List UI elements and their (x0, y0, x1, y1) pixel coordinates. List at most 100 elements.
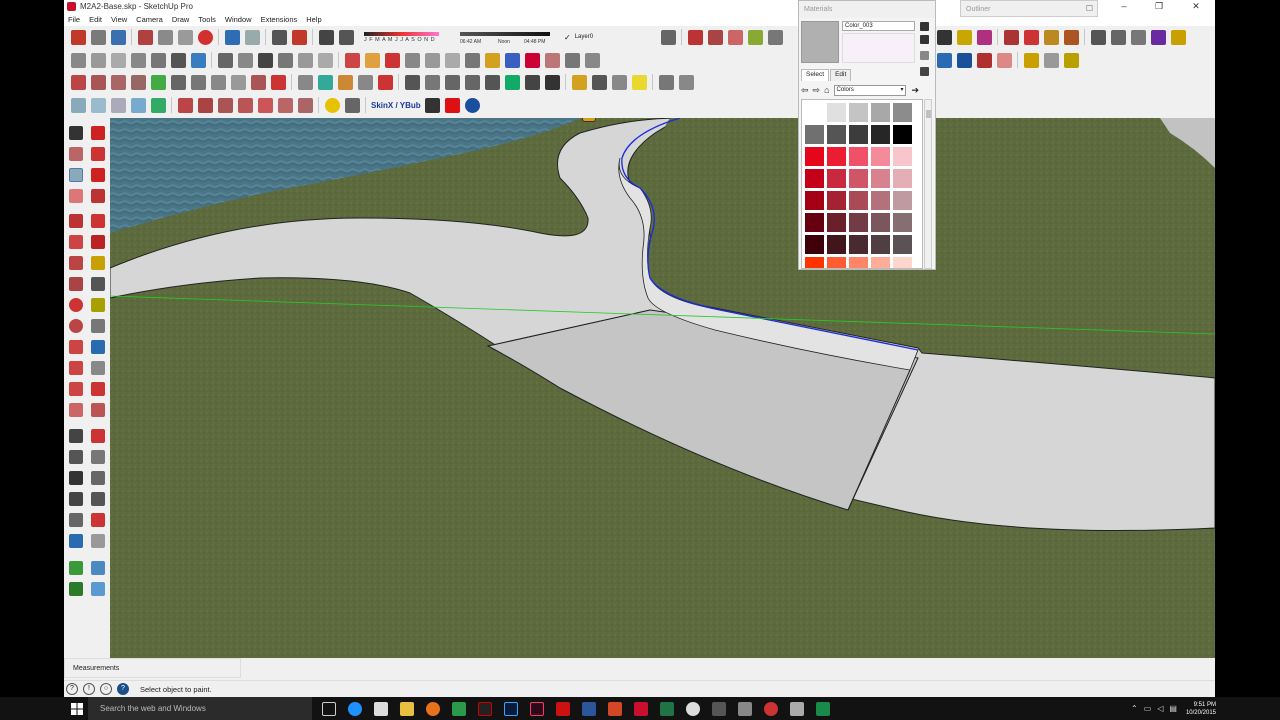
material-name-field[interactable]: Color_003 (842, 21, 915, 31)
credits-icon[interactable]: ! (83, 683, 95, 695)
arc-2pt-tool-icon[interactable] (69, 340, 83, 354)
scale-tool-left-icon[interactable] (91, 403, 105, 417)
intersect-icon[interactable] (464, 52, 480, 68)
color-swatch[interactable] (893, 169, 912, 188)
iso-view-icon[interactable] (90, 52, 106, 68)
tab-select[interactable]: Select (801, 69, 830, 81)
offset-tool-icon[interactable] (91, 214, 105, 228)
back-arrow-icon[interactable]: ⇦ (801, 85, 809, 96)
protractor-icon[interactable] (1063, 29, 1079, 45)
redo-icon[interactable] (244, 29, 260, 45)
taskbar-search[interactable]: Search the web and Windows (88, 697, 312, 720)
menu-help[interactable]: Help (306, 15, 321, 24)
layer-selector[interactable]: ✓ Layer0 (564, 31, 654, 43)
measure-icon[interactable] (337, 74, 353, 90)
sketchup-taskbar-icon[interactable] (634, 701, 648, 716)
paint-bucket-active-icon[interactable] (69, 168, 83, 182)
push-pull-tool-icon[interactable] (69, 382, 83, 396)
component-box-icon[interactable] (1023, 52, 1039, 68)
sample-paint-icon[interactable] (920, 67, 929, 76)
select-tool-icon[interactable] (69, 126, 83, 140)
menu-draw[interactable]: Draw (172, 15, 190, 24)
front-view-icon[interactable] (130, 52, 146, 68)
dimension-tool-icon[interactable] (91, 277, 105, 291)
polygon-tool-icon[interactable] (69, 319, 83, 333)
color-swatch[interactable] (827, 125, 846, 144)
component-icon-2[interactable] (707, 29, 723, 45)
push-pull-option-icon[interactable] (297, 97, 313, 113)
divide-icon[interactable] (357, 74, 373, 90)
from-scratch-icon[interactable] (69, 561, 83, 575)
zoom-extents-icon[interactable] (484, 74, 500, 90)
color-swatch[interactable] (871, 169, 890, 188)
color-swatch[interactable] (871, 213, 890, 232)
color-swatch[interactable] (805, 169, 824, 188)
cone-icon[interactable] (130, 97, 146, 113)
color-swatch[interactable] (871, 125, 890, 144)
component-icon-5[interactable] (767, 29, 783, 45)
cylinder-icon[interactable] (90, 97, 106, 113)
pie-tool-icon[interactable] (69, 361, 83, 375)
tape-measure-icon[interactable] (91, 256, 105, 270)
color-swatch[interactable] (849, 103, 868, 122)
axes-tool-icon[interactable] (91, 340, 105, 354)
tape-icon[interactable] (1090, 29, 1106, 45)
light-bulb-icon[interactable] (631, 74, 647, 90)
layer-manager-icon[interactable] (660, 29, 676, 45)
orbit-icon[interactable] (404, 74, 420, 90)
freehand-icon[interactable] (90, 74, 106, 90)
edge-browser-icon[interactable] (348, 701, 362, 716)
color-swatch[interactable] (805, 257, 824, 268)
color-swatch[interactable] (871, 191, 890, 210)
top-view-icon[interactable] (110, 52, 126, 68)
line-tool-icon[interactable] (70, 74, 86, 90)
follow-me-tool-icon[interactable] (91, 189, 105, 203)
orbit-tool-left-icon[interactable] (69, 429, 83, 443)
lightup-icon[interactable] (571, 74, 587, 90)
color-swatch[interactable] (827, 147, 846, 166)
section-plane-left-icon[interactable] (91, 513, 105, 527)
text-tool-icon[interactable] (91, 319, 105, 333)
photoshop-icon[interactable] (504, 701, 518, 716)
app-icon-3[interactable] (738, 701, 752, 716)
geo-location-icon[interactable]: ? (66, 683, 78, 695)
section-tool-icon[interactable] (91, 382, 105, 396)
display-secondary-icon[interactable] (920, 22, 929, 31)
clipboard-icon[interactable] (1170, 29, 1186, 45)
notifications-icon[interactable]: ▤ (1169, 704, 1177, 713)
dimension-icon[interactable] (1003, 29, 1019, 45)
star-icon[interactable] (1130, 29, 1146, 45)
close-button[interactable]: ✕ (1181, 0, 1211, 13)
firefox-icon[interactable] (426, 701, 440, 716)
component-icon-3[interactable] (727, 29, 743, 45)
print-icon[interactable] (271, 29, 287, 45)
tray-expand-icon[interactable]: ⌃ (1131, 704, 1138, 713)
library-dropdown[interactable]: Colors ▾ (833, 84, 906, 96)
stamp-icon[interactable] (524, 52, 540, 68)
paint-tool-icon[interactable] (91, 147, 105, 161)
text-icon[interactable] (1023, 29, 1039, 45)
maximize-button[interactable]: ❐ (1144, 0, 1174, 13)
previous-view-icon[interactable] (504, 74, 520, 90)
render-icon[interactable] (591, 74, 607, 90)
joint-push-pull-icon[interactable] (177, 97, 193, 113)
walk-icon[interactable] (544, 74, 560, 90)
offset-icon[interactable] (424, 52, 440, 68)
smoove-icon[interactable] (564, 52, 580, 68)
stamp-left-icon[interactable] (69, 582, 83, 596)
color-swatch[interactable] (893, 103, 912, 122)
app-icon-1[interactable] (686, 701, 700, 716)
render-icon-2[interactable] (611, 74, 627, 90)
shaded-icon[interactable] (317, 52, 333, 68)
color-swatch[interactable] (871, 257, 890, 268)
model-info-icon[interactable] (291, 29, 307, 45)
arc-2pt-icon[interactable] (230, 74, 246, 90)
color-swatch[interactable] (893, 147, 912, 166)
rectangle-icon[interactable] (170, 74, 186, 90)
arc-tool-left-icon[interactable] (91, 235, 105, 249)
create-material-icon[interactable] (920, 35, 929, 44)
shadow-settings-bar[interactable]: J F M A M J J A S O N D 06:42 AM Noon 04… (364, 30, 554, 46)
normal-push-pull-icon[interactable] (217, 97, 233, 113)
scrollbar-thumb[interactable] (926, 110, 931, 118)
color-swatch[interactable] (893, 125, 912, 144)
